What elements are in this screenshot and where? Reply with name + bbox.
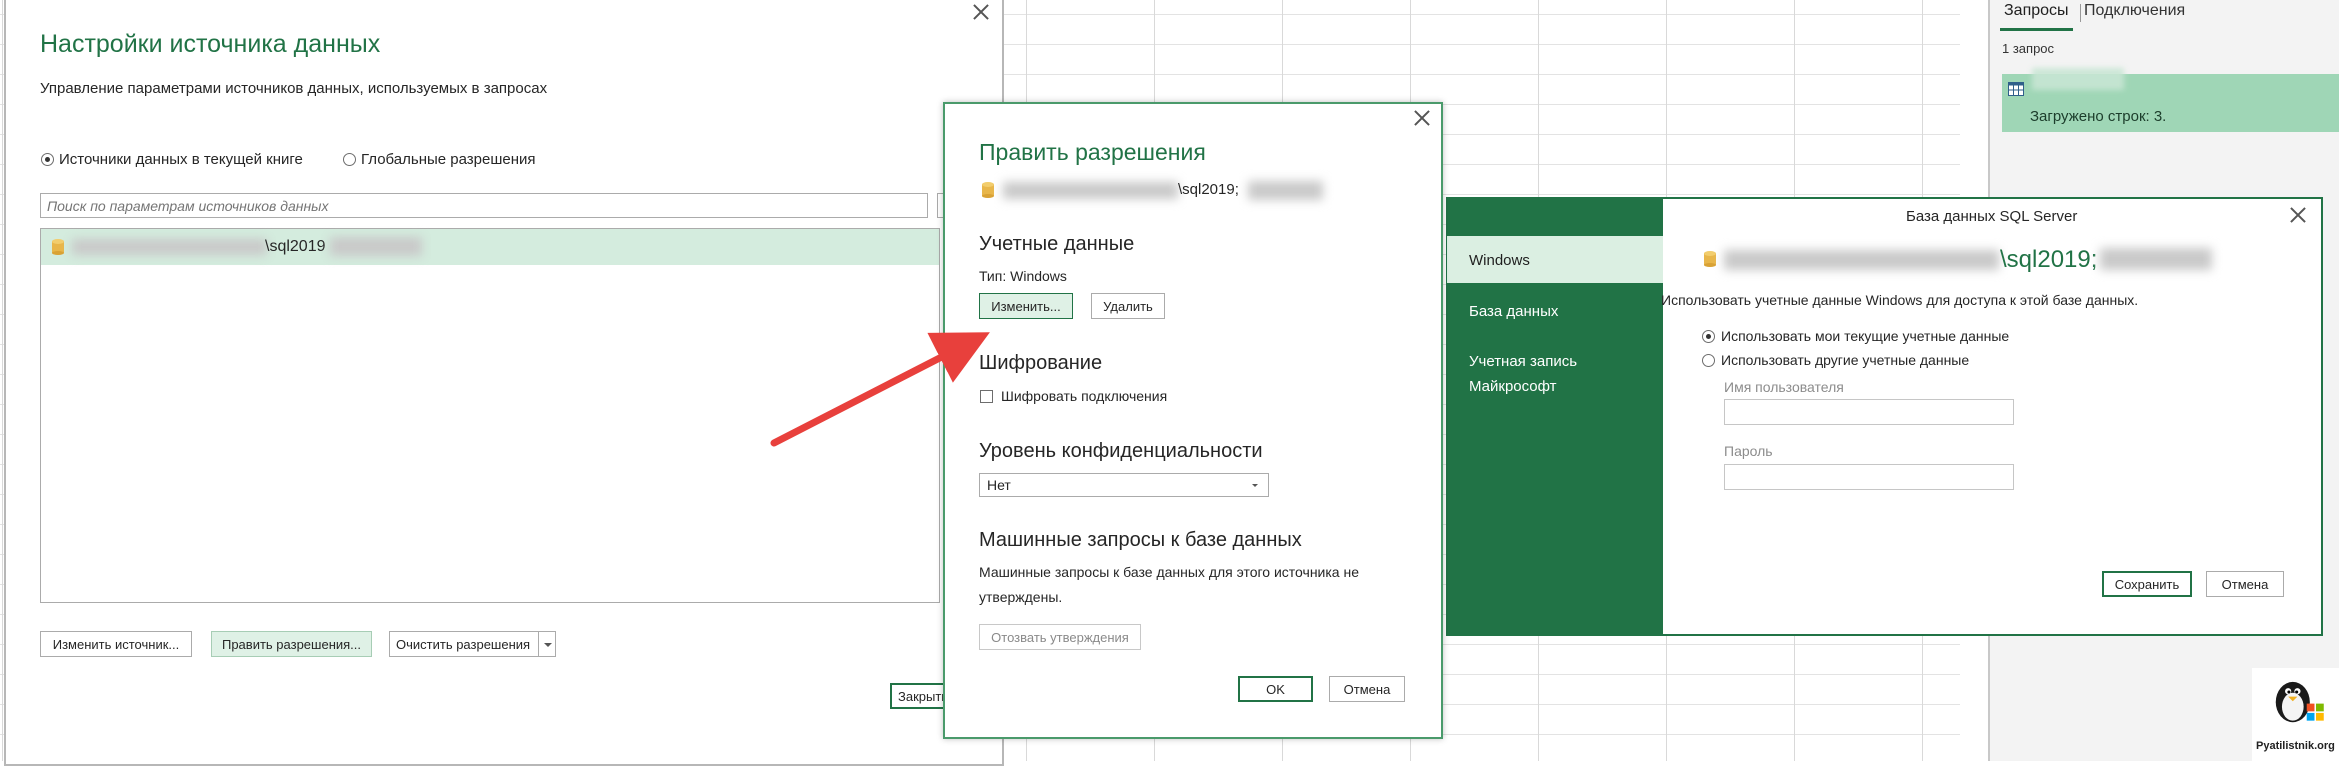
username-input[interactable] <box>1724 399 2014 425</box>
encrypt-label: Шифровать подключения <box>1001 388 1168 404</box>
redacted-instance <box>330 237 422 256</box>
username-label: Имя пользователя <box>1724 379 1844 395</box>
search-input[interactable] <box>40 193 928 218</box>
sidebar-item-database[interactable]: База данных <box>1469 303 1558 320</box>
database-icon <box>982 182 994 198</box>
redacted-server <box>1724 250 1999 270</box>
sidebar-item-windows[interactable]: Windows <box>1469 252 1530 269</box>
database-icon <box>1704 251 1716 267</box>
chevron-down-icon <box>1252 484 1258 487</box>
radio-global-label: Глобальные разрешения <box>361 151 536 168</box>
change-source-button[interactable]: Изменить источник... <box>40 631 192 657</box>
sql-cancel-button[interactable]: Отмена <box>2206 571 2284 597</box>
query-status: Загружено строк: 3. <box>2030 108 2167 125</box>
radio-current-credentials[interactable] <box>1702 330 1715 343</box>
native-queries-text-2: утверждены. <box>979 589 1063 605</box>
cancel-button[interactable]: Отмена <box>1329 676 1405 702</box>
permission-source-path: \sql2019; <box>1178 181 1239 198</box>
auth-description: Использовать учетные данные Windows для … <box>1661 292 2139 308</box>
password-input[interactable] <box>1724 464 2014 490</box>
delete-credentials-button[interactable]: Удалить <box>1091 293 1165 319</box>
edit-permissions-button[interactable]: Править разрешения... <box>211 631 372 657</box>
annotation-arrow-icon <box>770 332 990 447</box>
query-count: 1 запрос <box>2002 41 2055 56</box>
table-icon <box>2008 82 2024 96</box>
site-logo: Pyatilistnik.org <box>2252 668 2339 761</box>
password-label: Пароль <box>1724 443 1773 459</box>
dialog-subtitle: Управление параметрами источников данных… <box>40 80 548 97</box>
redacted-server <box>1003 182 1178 199</box>
permissions-title: Править разрешения <box>979 139 1206 165</box>
radio-global[interactable] <box>343 153 356 166</box>
tab-connections[interactable]: Подключения <box>2080 2 2189 28</box>
ok-button[interactable]: OK <box>1238 676 1313 702</box>
native-queries-text-1: Машинные запросы к базе данных для этого… <box>979 564 1360 580</box>
clear-permissions-dropdown[interactable] <box>538 631 556 657</box>
tab-queries[interactable]: Запросы <box>2000 2 2073 31</box>
radio-other-credentials-label: Использовать другие учетные данные <box>1721 352 1970 368</box>
close-icon[interactable] <box>2290 207 2306 223</box>
privacy-level-value: Нет <box>987 477 1011 493</box>
clear-permissions-button[interactable]: Очистить разрешения <box>389 631 539 657</box>
sidebar-item-microsoft[interactable]: Майкрософт <box>1469 378 1557 395</box>
dialog-title: Настройки источника данных <box>40 30 381 58</box>
logo-text: Pyatilistnik.org <box>2256 740 2335 752</box>
edit-credentials-button[interactable]: Изменить... <box>979 293 1073 319</box>
credential-type: Тип: Windows <box>979 268 1067 284</box>
save-button[interactable]: Сохранить <box>2102 571 2192 597</box>
penguin-logo-icon <box>2275 681 2324 723</box>
radio-current-label: Источники данных в текущей книге <box>59 151 303 168</box>
redacted-instance <box>1248 181 1323 200</box>
sql-server-path: \sql2019; <box>2000 246 2098 273</box>
radio-other-credentials[interactable] <box>1702 354 1715 367</box>
privacy-heading: Уровень конфиденциальности <box>979 440 1263 462</box>
privacy-level-select[interactable]: Нет <box>979 473 1269 497</box>
radio-current-workbook[interactable] <box>41 153 54 166</box>
redacted-server <box>72 239 267 255</box>
source-path: \sql2019 <box>265 238 326 255</box>
sql-dialog-title: База данных SQL Server <box>1906 208 2078 225</box>
radio-current-credentials-label: Использовать мои текущие учетные данные <box>1721 328 2010 344</box>
redacted-instance <box>2100 248 2212 270</box>
database-icon <box>52 239 64 255</box>
native-queries-heading: Машинные запросы к базе данных <box>979 529 1302 551</box>
close-icon[interactable] <box>1414 110 1430 126</box>
chevron-down-icon <box>544 643 552 647</box>
close-icon[interactable] <box>973 4 989 20</box>
query-name-redacted <box>2032 68 2124 90</box>
revoke-approvals-button[interactable]: Отозвать утверждения <box>979 624 1141 650</box>
credentials-heading: Учетные данные <box>979 233 1135 255</box>
sidebar-item-account[interactable]: Учетная запись <box>1469 353 1577 370</box>
